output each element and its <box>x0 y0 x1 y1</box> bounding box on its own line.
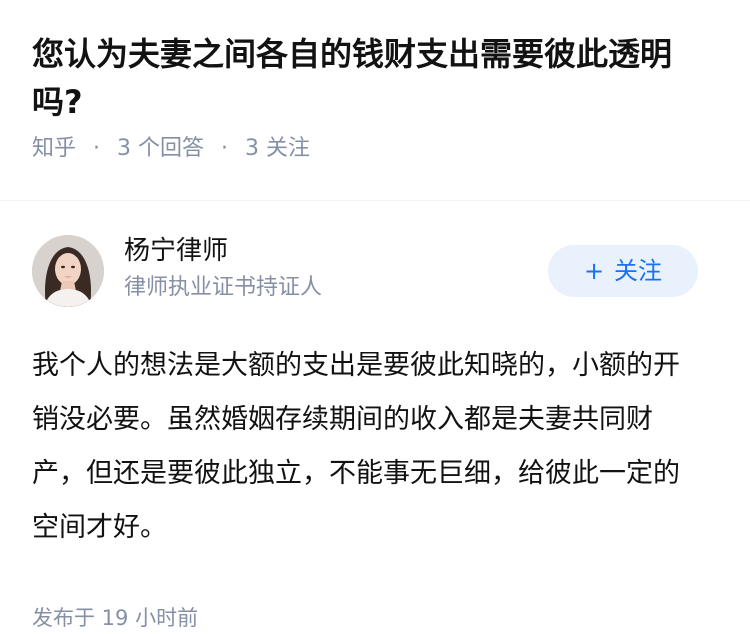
avatar[interactable] <box>32 235 104 307</box>
source-label[interactable]: 知乎 <box>32 136 76 161</box>
answer-content[interactable]: 我个人的想法是大额的支出是要彼此知晓的，小额的开销没必要。虽然婚姻存续期间的收入… <box>32 339 702 555</box>
published-time: 发布于 19 小时前 <box>32 606 199 630</box>
separator-dot: · <box>221 136 229 161</box>
question-meta: 知乎 · 3 个回答 · 3 关注 <box>32 132 718 166</box>
answer-card: 杨宁律师 律师执业证书持证人 + 关注 我个人的想法是大额的支出是要彼此知晓的，小… <box>0 233 750 633</box>
question-title[interactable]: 您认为夫妻之间各自的钱财支出需要彼此透明吗? <box>32 30 718 126</box>
author-headline: 律师执业证书持证人 <box>124 275 323 300</box>
author-row: 杨宁律师 律师执业证书持证人 + 关注 <box>32 233 718 333</box>
follow-button-label: 关注 <box>614 257 663 285</box>
follow-count: 3 关注 <box>245 136 311 161</box>
answer-count[interactable]: 3 个回答 <box>117 136 204 161</box>
separator-dot: · <box>93 136 101 161</box>
author-name[interactable]: 杨宁律师 <box>124 233 228 269</box>
question-header: 您认为夫妻之间各自的钱财支出需要彼此透明吗? 知乎 · 3 个回答 · 3 关注 <box>0 0 750 170</box>
section-divider <box>0 200 750 201</box>
follow-button[interactable]: + 关注 <box>548 245 698 297</box>
plus-icon: + <box>583 257 605 285</box>
avatar-photo-icon <box>32 235 104 307</box>
